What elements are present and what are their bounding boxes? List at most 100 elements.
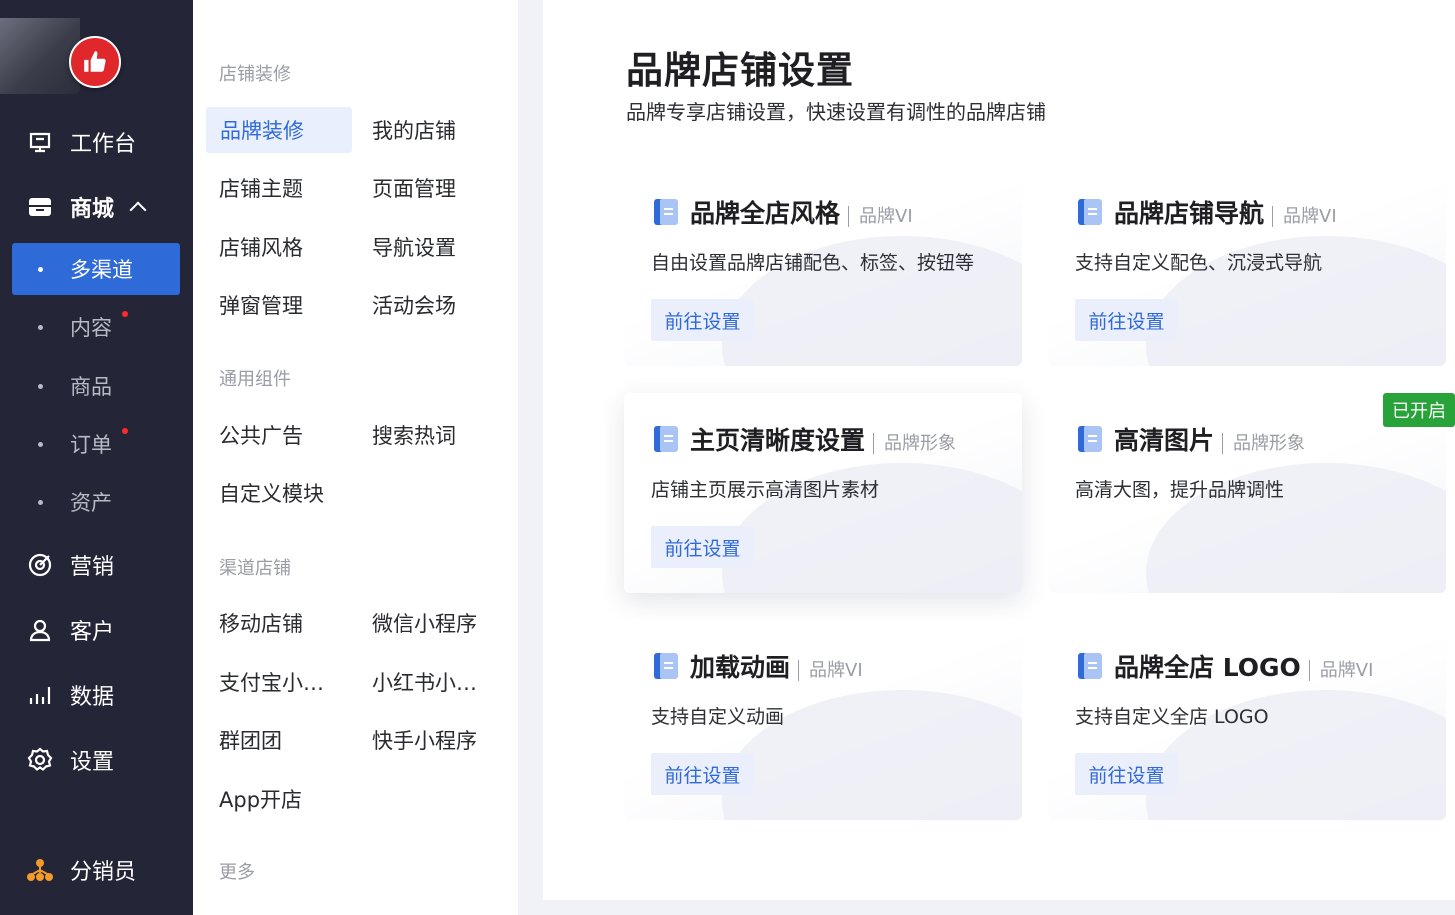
card-description: 自由设置品牌店铺配色、标签、按钮等 bbox=[651, 252, 975, 274]
go-settings-button[interactable]: 前往设置 bbox=[651, 753, 754, 795]
card-title-text: 主页清晰度设置 bbox=[690, 426, 866, 455]
menu-link-nav-settings[interactable]: 导航设置 bbox=[372, 224, 456, 270]
subnav-multichannel[interactable]: 多渠道 bbox=[12, 243, 180, 295]
marketing-icon bbox=[26, 551, 54, 579]
card-tag: 品牌VI bbox=[1272, 206, 1337, 227]
subnav-assets[interactable]: 资产 bbox=[12, 476, 180, 528]
notification-dot bbox=[122, 428, 128, 434]
menu-link-brand-decoration[interactable]: 品牌装修 bbox=[206, 107, 352, 153]
nav-distributor[interactable]: 分销员 bbox=[0, 843, 193, 897]
account-header[interactable] bbox=[0, 0, 193, 95]
thumbs-up-icon[interactable] bbox=[69, 36, 121, 88]
menu-group-title: 通用组件 bbox=[219, 369, 291, 390]
menu-link-store-theme[interactable]: 店铺主题 bbox=[219, 165, 303, 211]
menu-link-popup-management[interactable]: 弹窗管理 bbox=[219, 282, 303, 328]
nav-label: 营销 bbox=[70, 555, 115, 580]
menu-link-hot-search[interactable]: 搜索热词 bbox=[372, 412, 456, 458]
nav-label: 客户 bbox=[70, 620, 115, 645]
nav-marketing[interactable]: 营销 bbox=[0, 538, 193, 592]
menu-link-mobile-store[interactable]: 移动店铺 bbox=[219, 600, 303, 646]
menu-link-group-buy[interactable]: 群团团 bbox=[219, 717, 282, 763]
book-icon bbox=[654, 426, 678, 452]
card-title: 高清图片 品牌形象 bbox=[1114, 421, 1306, 457]
menu-link-public-ads[interactable]: 公共广告 bbox=[219, 412, 303, 458]
customer-icon bbox=[26, 616, 54, 644]
menu-link-app-store[interactable]: App开店 bbox=[219, 776, 302, 822]
card-title: 主页清晰度设置 品牌形象 bbox=[690, 421, 957, 457]
subnav-label: 多渠道 bbox=[70, 258, 133, 282]
menu-link-wechat-miniapp[interactable]: 微信小程序 bbox=[372, 600, 477, 646]
go-settings-button[interactable]: 前往设置 bbox=[651, 299, 754, 341]
card-tag: 品牌VI bbox=[848, 206, 913, 227]
card-description: 店铺主页展示高清图片素材 bbox=[651, 479, 880, 501]
page-title: 品牌店铺设置 bbox=[626, 49, 854, 92]
go-settings-button[interactable]: 前往设置 bbox=[1075, 753, 1178, 795]
subnav-label: 订单 bbox=[70, 433, 112, 457]
card-title: 品牌全店风格 品牌VI bbox=[690, 194, 913, 230]
menu-group-title: 店铺装修 bbox=[219, 64, 291, 85]
card-title-text: 加载动画 bbox=[690, 653, 791, 682]
nav-label: 数据 bbox=[70, 685, 115, 710]
book-icon bbox=[1078, 426, 1102, 452]
nav-label: 设置 bbox=[70, 750, 115, 775]
card-title-text: 品牌全店 LOGO bbox=[1114, 653, 1301, 682]
setting-card: 品牌店铺导航 品牌VI 支持自定义配色、沉浸式导航 前往设置 bbox=[1048, 166, 1446, 366]
nav-workbench[interactable]: 工作台 bbox=[0, 115, 193, 169]
nav-customer[interactable]: 客户 bbox=[0, 603, 193, 657]
menu-group-title: 渠道店铺 bbox=[219, 558, 291, 579]
menu-link-xiaohongshu-miniapp[interactable]: 小红书小… bbox=[372, 659, 477, 705]
nav-store[interactable]: 商城 bbox=[0, 180, 193, 234]
card-title-text: 品牌全店风格 bbox=[690, 199, 841, 228]
avatar[interactable] bbox=[0, 18, 80, 94]
nav-data[interactable]: 数据 bbox=[0, 668, 193, 722]
menu-group-title: 更多 bbox=[219, 862, 255, 883]
menu-link-custom-module[interactable]: 自定义模块 bbox=[219, 470, 324, 516]
subnav-content[interactable]: 内容 bbox=[12, 301, 180, 353]
nav-label: 分销员 bbox=[70, 860, 137, 885]
data-chart-icon bbox=[26, 681, 54, 709]
bullet-dot bbox=[38, 266, 43, 272]
chevron-up-icon bbox=[129, 201, 147, 219]
nav-label: 工作台 bbox=[70, 132, 137, 157]
menu-link-page-management[interactable]: 页面管理 bbox=[372, 165, 456, 211]
menu-link-kuaishou-miniapp[interactable]: 快手小程序 bbox=[372, 717, 477, 763]
subnav-goods[interactable]: 商品 bbox=[12, 360, 180, 412]
card-tag: 品牌形象 bbox=[1222, 433, 1306, 454]
bullet-dot bbox=[38, 383, 43, 389]
setting-card: 品牌全店 LOGO 品牌VI 支持自定义全店 LOGO 前往设置 bbox=[1048, 620, 1446, 820]
bullet-dot bbox=[38, 441, 43, 447]
menu-link-store-style[interactable]: 店铺风格 bbox=[219, 224, 303, 270]
card-description: 支持自定义配色、沉浸式导航 bbox=[1075, 252, 1323, 274]
card-description: 支持自定义全店 LOGO bbox=[1075, 706, 1269, 728]
book-icon bbox=[654, 199, 678, 225]
card-description: 高清大图，提升品牌调性 bbox=[1075, 479, 1285, 501]
distributor-icon bbox=[26, 856, 54, 884]
go-settings-button[interactable]: 前往设置 bbox=[651, 526, 754, 568]
secondary-menu: 店铺装修 品牌装修 我的店铺 店铺主题 页面管理 店铺风格 导航设置 弹窗管理 … bbox=[193, 0, 518, 915]
card-tag: 品牌VI bbox=[1308, 660, 1374, 681]
nav-settings[interactable]: 设置 bbox=[0, 733, 193, 787]
subnav-orders[interactable]: 订单 bbox=[12, 418, 180, 470]
main-sidebar: 工作台 商城 多渠道 内容 商品 订单 资产 营销 客户 数据 设置 分销员 bbox=[0, 0, 193, 915]
card-tag: 品牌VI bbox=[798, 660, 863, 681]
notification-dot bbox=[122, 311, 128, 317]
workbench-icon bbox=[26, 128, 54, 156]
book-icon bbox=[1078, 199, 1102, 225]
book-icon bbox=[654, 653, 678, 679]
setting-card: 品牌全店风格 品牌VI 自由设置品牌店铺配色、标签、按钮等 前往设置 bbox=[624, 166, 1022, 366]
go-settings-button[interactable]: 前往设置 bbox=[1075, 299, 1178, 341]
menu-link-my-store[interactable]: 我的店铺 bbox=[372, 107, 456, 153]
main-content: 品牌店铺设置 品牌专享店铺设置，快速设置有调性的品牌店铺 品牌全店风格 品牌VI … bbox=[543, 0, 1455, 900]
menu-link-event-venue[interactable]: 活动会场 bbox=[372, 282, 456, 328]
card-title-text: 品牌店铺导航 bbox=[1114, 199, 1265, 228]
menu-link-alipay-miniapp[interactable]: 支付宝小… bbox=[219, 659, 324, 705]
subnav-label: 内容 bbox=[70, 316, 112, 340]
gear-icon bbox=[26, 746, 54, 774]
setting-card: 主页清晰度设置 品牌形象 店铺主页展示高清图片素材 前往设置 bbox=[624, 393, 1022, 593]
book-icon bbox=[1078, 653, 1102, 679]
subnav-label: 资产 bbox=[70, 491, 112, 515]
setting-card: 加载动画 品牌VI 支持自定义动画 前往设置 bbox=[624, 620, 1022, 820]
bullet-dot bbox=[38, 499, 43, 505]
card-description: 支持自定义动画 bbox=[651, 706, 785, 728]
card-title: 加载动画 品牌VI bbox=[690, 648, 863, 684]
